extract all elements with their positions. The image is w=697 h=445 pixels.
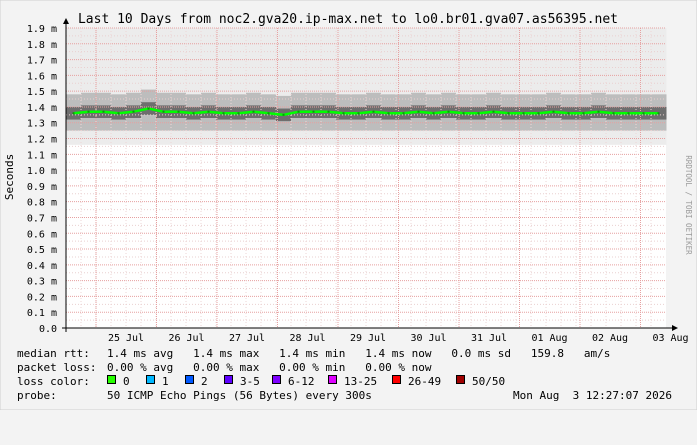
x-tick-label: 31 Jul — [471, 333, 507, 344]
y-tick-label: 1.6 m — [27, 71, 57, 82]
median-point — [402, 112, 405, 115]
y-tick-label: 1.9 m — [27, 24, 57, 35]
packet-loss-values: 0.00 % avg 0.00 % max 0.00 % min 0.00 % … — [107, 361, 432, 374]
median-point — [507, 112, 510, 115]
y-tick-label: 0.2 m — [27, 292, 57, 303]
median-point — [207, 110, 210, 113]
x-tick-label: 27 Jul — [229, 333, 265, 344]
loss-color-swatch — [107, 375, 116, 384]
rrdtool-watermark: RRDTOOL / TOBI OETIKER — [684, 155, 693, 255]
median-point — [627, 112, 630, 115]
median-point — [282, 113, 285, 116]
probe-label: probe: — [17, 389, 57, 402]
median-point — [192, 112, 195, 115]
median-point — [477, 112, 480, 115]
median-point — [297, 110, 300, 113]
loss-color-item-label: 3-5 — [240, 375, 260, 388]
median-point — [312, 110, 315, 113]
median-point — [87, 110, 90, 113]
loss-color-item-label: 13-25 — [344, 375, 378, 388]
timestamp: Mon Aug 3 12:27:07 2026 — [513, 389, 672, 402]
y-tick-label: 0.1 m — [27, 308, 57, 319]
probe-value: 50 ICMP Echo Pings (56 Bytes) every 300s — [107, 389, 372, 402]
y-tick-label: 1.5 m — [27, 87, 57, 98]
median-point — [552, 110, 555, 113]
loss-color-item-label: 1 — [162, 375, 169, 388]
median-point — [612, 112, 615, 115]
y-tick-label: 1.8 m — [27, 40, 57, 51]
y-axis-label: Seconds — [3, 154, 16, 200]
median-point — [357, 112, 360, 115]
loss-color-swatch — [328, 375, 337, 384]
median-point — [447, 110, 450, 113]
y-tick-label: 0.4 m — [27, 261, 57, 272]
y-tick-label: 0.5 m — [27, 245, 57, 256]
chart-title: Last 10 Days from noc2.gva20.ip-max.net … — [78, 12, 618, 27]
median-point — [522, 112, 525, 115]
median-point — [162, 110, 165, 113]
y-tick-label: 1.0 m — [27, 166, 57, 177]
median-point — [327, 110, 330, 113]
y-tick-label: 1.7 m — [27, 56, 57, 67]
loss-color-swatch — [185, 375, 194, 384]
y-tick-label: 0.8 m — [27, 198, 57, 209]
loss-color-swatch — [224, 375, 233, 384]
median-point — [222, 112, 225, 115]
y-tick-label: 1.2 m — [27, 135, 57, 146]
median-point — [252, 110, 255, 113]
median-point — [342, 112, 345, 115]
y-tick-label: 0.7 m — [27, 213, 57, 224]
loss-color-item-label: 26-49 — [408, 375, 442, 388]
x-tick-label: 30 Jul — [410, 333, 446, 344]
y-tick-label: 0.0 — [39, 324, 57, 335]
median-point — [657, 112, 660, 115]
median-point — [582, 112, 585, 115]
loss-color-label: loss color: — [17, 375, 90, 388]
median-point — [372, 110, 375, 113]
loss-color-item-label: 0 — [123, 375, 130, 388]
median-point — [537, 112, 540, 115]
probe-row: probe: 50 ICMP Echo Pings (56 Bytes) eve… — [0, 389, 697, 445]
grid-lines — [65, 27, 666, 329]
median-point — [237, 112, 240, 115]
loss-color-swatch — [146, 375, 155, 384]
median-point — [597, 110, 600, 113]
y-tick-label: 1.4 m — [27, 103, 57, 114]
y-tick-label: 0.6 m — [27, 229, 57, 240]
median-point — [567, 112, 570, 115]
x-tick-label: 26 Jul — [168, 333, 204, 344]
median-rtt-values: 1.4 ms avg 1.4 ms max 1.4 ms min 1.4 ms … — [107, 347, 611, 360]
median-point — [417, 110, 420, 113]
median-rtt-label: median rtt: — [17, 347, 90, 360]
median-point — [267, 112, 270, 115]
median-point — [102, 110, 105, 113]
loss-color-item-label: 50/50 — [472, 375, 506, 388]
median-point — [387, 112, 390, 115]
median-point — [492, 110, 495, 113]
x-tick-label: 03 Aug — [652, 333, 688, 344]
loss-color-item-label: 6-12 — [288, 375, 315, 388]
median-point — [117, 112, 120, 115]
x-tick-label: 01 Aug — [531, 333, 567, 344]
median-point — [642, 112, 645, 115]
median-point — [72, 112, 75, 115]
median-point — [147, 107, 150, 110]
x-tick-label: 28 Jul — [289, 333, 325, 344]
median-point — [462, 112, 465, 115]
x-tick-label: 02 Aug — [592, 333, 628, 344]
packet-loss-label: packet loss: — [17, 361, 97, 374]
y-tick-label: 1.1 m — [27, 150, 57, 161]
median-point — [177, 110, 180, 113]
median-point — [432, 112, 435, 115]
y-tick-label: 0.9 m — [27, 182, 57, 193]
y-tick-label: 1.3 m — [27, 119, 57, 130]
median-point — [132, 110, 135, 113]
loss-color-swatch — [456, 375, 465, 384]
loss-color-item-label: 2 — [201, 375, 208, 388]
x-tick-label: 25 Jul — [108, 333, 144, 344]
x-tick-label: 29 Jul — [350, 333, 386, 344]
loss-color-swatch — [272, 375, 281, 384]
loss-color-swatch — [392, 375, 401, 384]
y-tick-label: 0.3 m — [27, 277, 57, 288]
